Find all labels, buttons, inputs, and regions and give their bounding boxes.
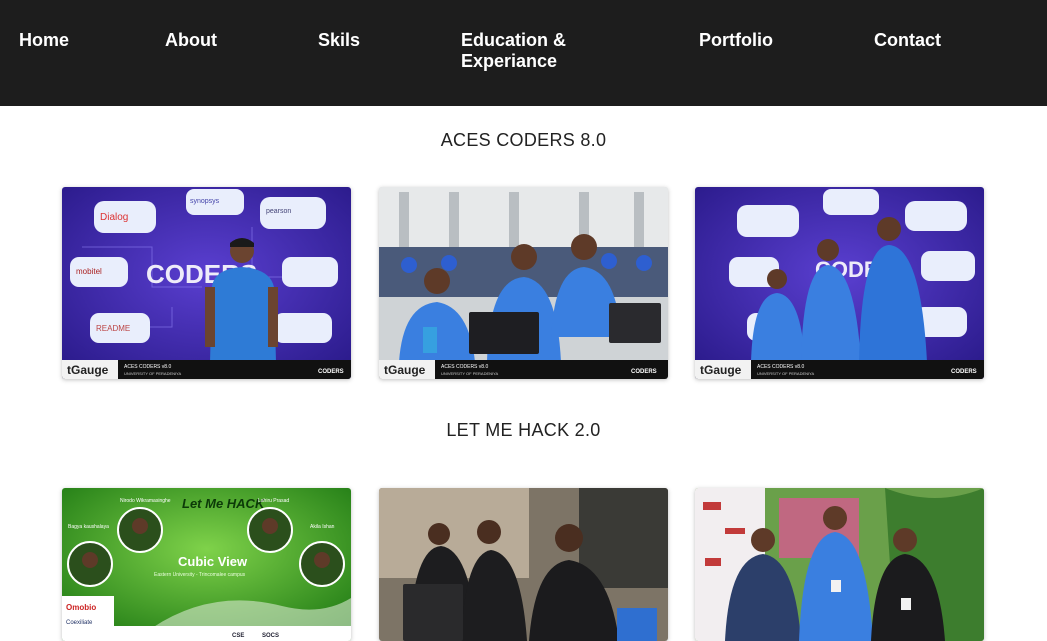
footer-logo: CODERS xyxy=(318,369,344,375)
sponsor-label: mobitel xyxy=(76,267,102,276)
nav-contact[interactable]: Contact xyxy=(874,30,941,51)
university-name: Eastern University - Trincomalee campus xyxy=(154,572,246,578)
nav-education-experience[interactable]: Education & Experiance xyxy=(461,30,591,72)
photo-aces-coders-3[interactable]: CODERS tGauge ACES CODERS v8.0 UNIVERSIT… xyxy=(695,187,984,379)
sponsor-label: synopsys xyxy=(190,198,220,205)
photo-let-me-hack-3[interactable] xyxy=(695,488,984,641)
footer-sub: UNIVERSITY OF PERADENIYA xyxy=(441,371,499,376)
sponsor-logo: SOCS xyxy=(262,633,279,639)
sponsor-logo: Omobio xyxy=(66,603,96,612)
member-name: Bagya kaushalaya xyxy=(68,524,109,530)
footer-sub: UNIVERSITY OF PERADENIYA xyxy=(124,371,182,376)
member-name: Akila Ishan xyxy=(310,524,335,530)
member-name: Lahiru Prasad xyxy=(258,498,289,504)
footer-brand: tGauge xyxy=(67,363,109,377)
sponsor-label: pearson xyxy=(266,208,291,215)
sponsor-label: README xyxy=(96,324,130,333)
photo-aces-coders-1[interactable]: Dialog synopsys pearson mobitel README C… xyxy=(62,187,351,379)
footer-brand: tGauge xyxy=(384,363,426,377)
photo-let-me-hack-2[interactable] xyxy=(379,488,668,641)
photo-illustration: CODERS tGauge ACES CODERS v8.0 UNIVERSIT… xyxy=(695,187,984,379)
section-title-aces-coders: ACES CODERS 8.0 xyxy=(440,130,607,150)
photo-aces-coders-2[interactable]: tGauge ACES CODERS v8.0 UNIVERSITY OF PE… xyxy=(379,187,668,379)
nav-portfolio[interactable]: Portfolio xyxy=(699,30,773,51)
photo-illustration: Let Me HACK Nirodo Wikramasinghe Lahiru … xyxy=(62,488,351,641)
footer-logo: CODERS xyxy=(631,369,657,375)
photo-let-me-hack-1[interactable]: Let Me HACK Nirodo Wikramasinghe Lahiru … xyxy=(62,488,351,641)
sponsor-logo: Coexiliate xyxy=(66,620,93,626)
member-name: Nirodo Wikramasinghe xyxy=(120,498,171,504)
footer-sub: UNIVERSITY OF PERADENIYA xyxy=(757,371,815,376)
footer-title: ACES CODERS v8.0 xyxy=(124,364,171,370)
poster-logo: Let Me HACK xyxy=(182,496,266,511)
top-navigation: Home About Skils Education & Experiance … xyxy=(0,0,1047,106)
footer-brand: tGauge xyxy=(700,363,742,377)
photo-illustration xyxy=(695,488,984,641)
footer-title: ACES CODERS v8.0 xyxy=(441,364,488,370)
nav-skills[interactable]: Skils xyxy=(318,30,360,51)
team-name: Cubic View xyxy=(178,554,248,569)
footer-title: ACES CODERS v8.0 xyxy=(757,364,804,370)
photo-illustration: Dialog synopsys pearson mobitel README C… xyxy=(62,187,351,379)
sponsor-logo: CSE xyxy=(232,633,244,639)
sponsor-label: Dialog xyxy=(100,212,128,223)
footer-logo: CODERS xyxy=(951,369,977,375)
section-title-let-me-hack: LET ME HACK 2.0 xyxy=(446,420,601,440)
photo-illustration xyxy=(379,488,668,641)
nav-home[interactable]: Home xyxy=(19,30,69,51)
photo-illustration: tGauge ACES CODERS v8.0 UNIVERSITY OF PE… xyxy=(379,187,668,379)
nav-about[interactable]: About xyxy=(165,30,217,51)
